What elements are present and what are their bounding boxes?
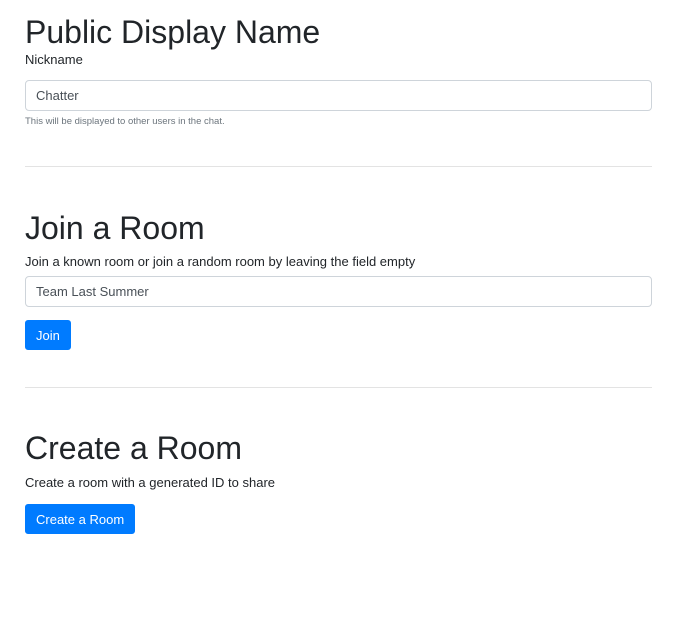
join-button[interactable]: Join <box>25 320 71 350</box>
create-room-description: Create a room with a generated ID to sha… <box>25 475 276 490</box>
create-room-button[interactable]: Create a Room <box>25 504 136 534</box>
create-room-heading: Create a Room <box>25 430 242 466</box>
section-divider <box>25 166 652 167</box>
nickname-input[interactable] <box>25 80 652 111</box>
section-divider <box>25 387 652 388</box>
display-name-heading: Public Display Name <box>25 14 321 50</box>
join-room-description: Join a known room or join a random room … <box>25 254 416 269</box>
room-id-input[interactable] <box>25 276 652 307</box>
nickname-help-text: This will be displayed to other users in… <box>25 116 225 127</box>
join-room-heading: Join a Room <box>25 210 205 246</box>
nickname-label: Nickname <box>25 52 83 67</box>
